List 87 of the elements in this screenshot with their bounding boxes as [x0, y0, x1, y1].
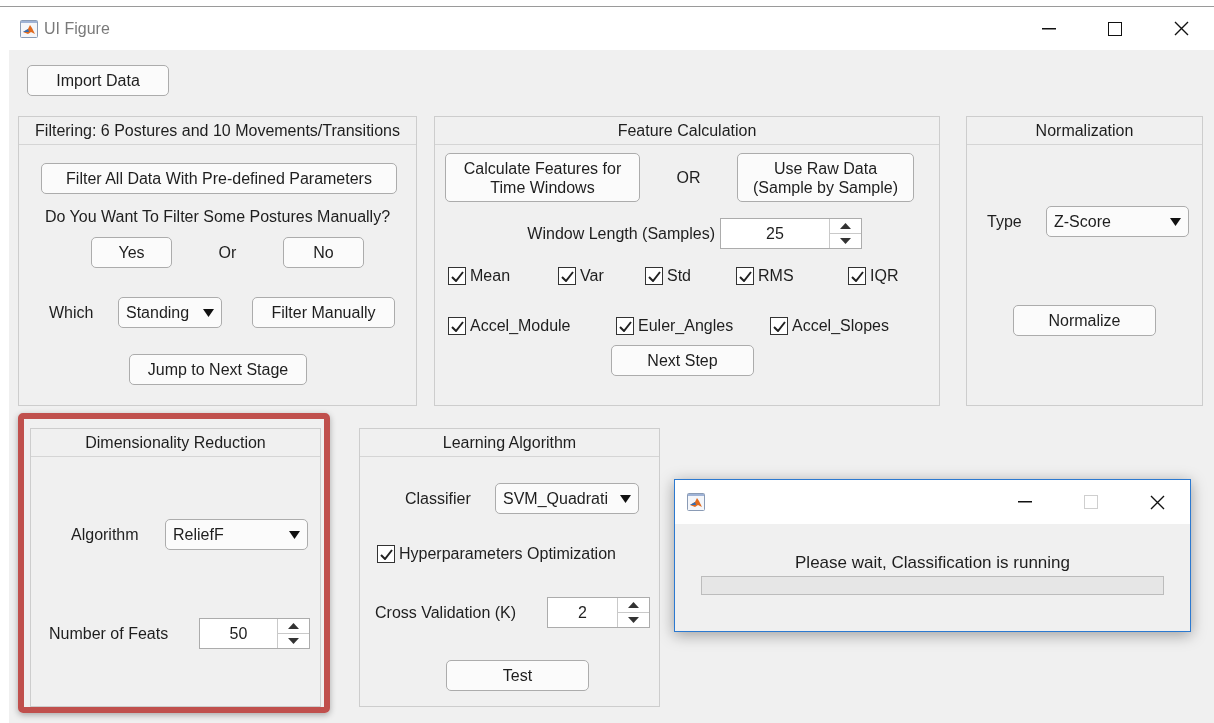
dropdown[interactable]: SVM_Quadrati	[495, 483, 639, 514]
down-arrow-icon	[628, 617, 639, 623]
caret-icon	[203, 308, 214, 317]
peak-logo-icon	[20, 19, 38, 38]
field-label: Algorithm	[71, 525, 140, 544]
minimize-icon	[1018, 501, 1032, 503]
field-label: Classifier	[405, 489, 472, 508]
spinner-value: 2	[577, 602, 588, 623]
checkbox[interactable]	[558, 267, 576, 285]
filter-manually-button[interactable]: Filter Manually	[252, 297, 395, 328]
field-label: Cross Validation (K)	[375, 603, 518, 622]
panel-title: Filtering: 6 Postures and 10 Movements/Transitions	[35, 121, 400, 140]
up-arrow-icon	[288, 623, 299, 629]
spinner-value: 25	[765, 223, 785, 244]
use-raw-data-button[interactable]: Use Raw Data (Sample by Sample)	[737, 153, 914, 202]
checkbox-label: Accel_Slopes	[792, 317, 889, 335]
dropdown[interactable]: Z-Score	[1046, 206, 1189, 237]
close-icon	[1173, 21, 1189, 36]
checkbox[interactable]	[448, 317, 466, 335]
check-icon	[850, 270, 864, 282]
check-icon	[379, 548, 393, 560]
spinner-value: 50	[228, 623, 249, 644]
checkbox-label: IQR	[870, 267, 899, 285]
jump-to-next-stage-button[interactable]: Jump to Next Stage	[129, 354, 307, 385]
number-spinner[interactable]: 25	[720, 218, 862, 249]
panel-title: Normalization	[1035, 121, 1134, 140]
check-icon	[560, 270, 574, 282]
checkbox[interactable]	[616, 317, 634, 335]
check-icon	[738, 270, 752, 282]
down-arrow-icon	[840, 238, 851, 244]
checkbox[interactable]	[848, 267, 866, 285]
checkbox-label: Std	[667, 267, 691, 285]
panel-title: Dimensionality Reduction	[85, 433, 266, 452]
checkbox-label: Var	[580, 267, 604, 285]
checkbox-label: Mean	[470, 267, 511, 285]
checkbox[interactable]	[736, 267, 754, 285]
maximize-icon	[1108, 21, 1122, 36]
checkbox[interactable]	[770, 317, 788, 335]
field-label: Number of Feats	[49, 624, 170, 643]
down-arrow-icon	[288, 638, 299, 644]
check-icon	[772, 320, 786, 332]
check-icon	[618, 320, 632, 332]
yes-button[interactable]: Yes	[91, 237, 172, 268]
window-title: UI Figure	[44, 19, 110, 38]
checkbox-label: Accel_Module	[470, 317, 571, 335]
normalize-button[interactable]: Normalize	[1013, 305, 1156, 336]
check-icon	[450, 270, 464, 282]
dropdown[interactable]: Standing	[118, 297, 222, 328]
close-icon	[1149, 494, 1165, 510]
status-message: Please wait, Classification is running	[794, 553, 1071, 573]
minimize-icon	[1042, 27, 1056, 30]
check-icon	[647, 270, 661, 282]
peak-logo-icon	[687, 493, 705, 511]
calculate-features-button[interactable]: Calculate Features for Time Windows	[445, 153, 640, 202]
or-label: Or	[217, 243, 238, 262]
dropdown-value: Z-Score	[1054, 212, 1111, 231]
up-arrow-icon	[840, 223, 851, 229]
caret-icon	[1170, 217, 1181, 226]
test-button[interactable]: Test	[446, 660, 589, 691]
checkbox-label: Hyperparameters Optimization	[399, 545, 616, 563]
dropdown-value: Standing	[126, 303, 190, 322]
number-spinner[interactable]: 2	[547, 597, 650, 628]
no-button[interactable]: No	[283, 237, 364, 268]
caret-icon	[289, 530, 300, 539]
maximize-icon	[1084, 495, 1098, 509]
number-spinner[interactable]: 50	[199, 618, 310, 649]
up-arrow-icon	[628, 602, 639, 608]
caret-icon	[620, 494, 631, 503]
field-label: Which	[49, 303, 95, 322]
checkbox-label: Euler_Angles	[638, 317, 734, 335]
import-data-button[interactable]: Import Data	[27, 65, 169, 96]
panel-title: Learning Algorithm	[442, 433, 577, 452]
checkbox[interactable]	[645, 267, 663, 285]
next-step-button[interactable]: Next Step	[611, 345, 754, 376]
panel-title: Feature Calculation	[617, 121, 757, 140]
checkbox-label: RMS	[758, 267, 794, 285]
checkbox[interactable]	[448, 267, 466, 285]
check-icon	[450, 320, 464, 332]
field-label: Type	[987, 212, 1023, 231]
filter-all-button[interactable]: Filter All Data With Pre-defined Parameters	[41, 163, 397, 194]
dropdown[interactable]: ReliefF	[165, 519, 308, 550]
dropdown-value: SVM_Quadrati	[503, 489, 608, 508]
checkbox[interactable]	[377, 545, 395, 563]
or-label: OR	[675, 168, 702, 187]
field-label: Window Length (Samples)	[526, 224, 715, 243]
dropdown-value: ReliefF	[173, 525, 224, 544]
question-text: Do You Want To Filter Some Postures Manually?	[43, 208, 392, 226]
